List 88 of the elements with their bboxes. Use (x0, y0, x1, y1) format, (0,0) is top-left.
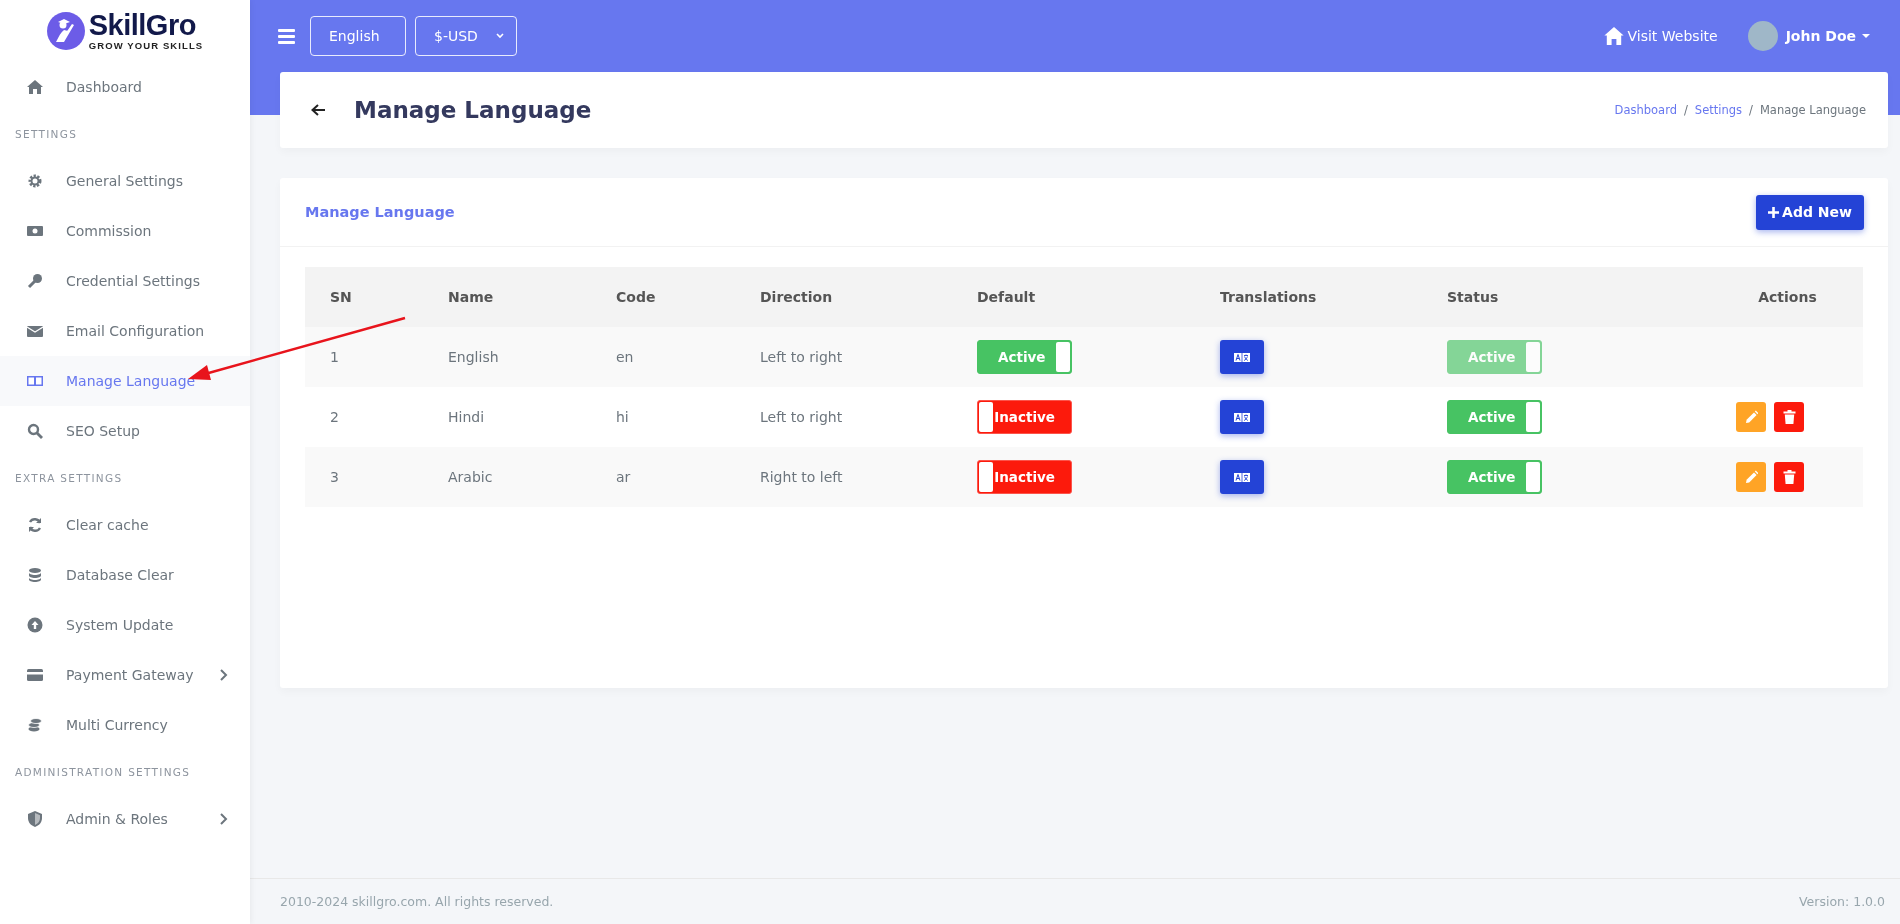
table-cell: 1 (305, 327, 423, 387)
table-cell: Left to right (735, 327, 952, 387)
key-icon (27, 273, 43, 289)
section-heading: ADMINISTRATION SETTINGS (14, 765, 192, 780)
banknote-icon (27, 223, 43, 239)
translate-icon (27, 373, 43, 389)
column-header: Status (1422, 267, 1712, 327)
home-icon[interactable] (1603, 27, 1624, 45)
table-cell: Arabic (423, 447, 591, 507)
database-icon (27, 567, 43, 583)
edit-button[interactable] (1736, 462, 1766, 492)
breadcrumb-separator: / (1749, 103, 1753, 117)
copyright-text: 2010-2024 skillgro.com. All rights reserved. (280, 894, 554, 909)
table-cell: 3 (305, 447, 423, 507)
breadcrumb-separator: / (1684, 103, 1688, 117)
brand-tagline: GROW YOUR SKILLS (88, 41, 204, 51)
upload-circle-icon (27, 617, 43, 633)
table-cell: Hindi (423, 387, 591, 447)
delete-button[interactable] (1774, 402, 1804, 432)
sidebar-item[interactable]: Database Clear (0, 550, 250, 600)
column-header: Actions (1712, 267, 1863, 327)
table-cell: Left to right (735, 387, 952, 447)
home-icon (27, 79, 43, 95)
trash-icon (1782, 410, 1796, 424)
section-heading: SETTINGS (14, 127, 79, 142)
sidebar-item[interactable]: Manage Language (0, 356, 250, 406)
column-header: Default (952, 267, 1195, 327)
language-select[interactable]: English (310, 16, 406, 56)
envelope-icon (27, 323, 43, 339)
caret-icon[interactable] (1862, 33, 1870, 39)
breadcrumb-link[interactable]: Dashboard (1614, 103, 1677, 117)
section-heading: EXTRA SETTINGS (14, 471, 124, 486)
plus-icon (1768, 206, 1780, 218)
column-header: Translations (1195, 267, 1422, 327)
trash-icon (1782, 470, 1796, 484)
sidebar-item[interactable]: System Update (0, 600, 250, 650)
translate-icon (1234, 472, 1250, 482)
brand-name: SkillGro (88, 11, 197, 41)
column-header: SN (305, 267, 423, 327)
sidebar-item[interactable]: SEO Setup (0, 406, 250, 456)
visit-website-link[interactable]: Visit Website (1603, 27, 1718, 45)
shield-icon (27, 811, 43, 827)
pencil-icon (1744, 410, 1758, 424)
toggle-switch[interactable]: Inactive (977, 460, 1072, 494)
delete-button[interactable] (1774, 462, 1804, 492)
translations-button[interactable] (1220, 400, 1264, 434)
column-header: Code (591, 267, 735, 327)
currency-select[interactable]: $-USD (415, 16, 517, 56)
sidebar-item[interactable]: Payment Gateway (0, 650, 250, 700)
sidebar-item[interactable]: Commission (0, 206, 250, 256)
sidebar-item[interactable]: Credential Settings (0, 256, 250, 306)
search-icon (27, 423, 43, 439)
translations-button[interactable] (1220, 460, 1264, 494)
sidebar-item[interactable]: Admin & Roles (0, 794, 250, 844)
table-cell: English (423, 327, 591, 387)
column-header: Direction (735, 267, 952, 327)
edit-button[interactable] (1736, 402, 1766, 432)
refresh-icon (27, 517, 43, 533)
menu-icon[interactable] (278, 28, 295, 44)
user-name[interactable]: John Doe (1785, 28, 1856, 44)
sidebar-item[interactable]: Clear cache (0, 500, 250, 550)
back-arrow-icon[interactable] (310, 103, 326, 117)
toggle-switch[interactable]: Inactive (977, 400, 1072, 434)
table-cell: 2 (305, 387, 423, 447)
table-cell: ar (591, 447, 735, 507)
coins-icon (27, 717, 43, 733)
column-header: Name (423, 267, 591, 327)
add-new-button[interactable]: Add New (1756, 194, 1864, 230)
pencil-icon (1744, 470, 1758, 484)
translate-icon (1234, 412, 1250, 422)
sidebar-item[interactable]: Multi Currency (0, 700, 250, 750)
translate-icon (1234, 352, 1250, 362)
chevron-down-icon[interactable] (496, 33, 504, 39)
logo-icon (46, 12, 85, 50)
table-cell: Right to left (735, 447, 952, 507)
table-cell: en (591, 327, 735, 387)
breadcrumb-current: Manage Language (1759, 103, 1866, 117)
sidebar-item[interactable]: Dashboard (0, 62, 250, 112)
credit-card-icon (27, 667, 43, 683)
sidebar-item[interactable]: General Settings (0, 156, 250, 206)
version-text: Version: 1.0.0 (1799, 894, 1885, 909)
table-cell: hi (591, 387, 735, 447)
translations-button[interactable] (1220, 340, 1264, 374)
breadcrumb-link[interactable]: Settings (1694, 103, 1743, 117)
sidebar-item[interactable]: Email Configuration (0, 306, 250, 356)
card-title: Manage Language (305, 204, 455, 220)
gear-icon (27, 173, 43, 189)
page-title: Manage Language (354, 97, 593, 123)
